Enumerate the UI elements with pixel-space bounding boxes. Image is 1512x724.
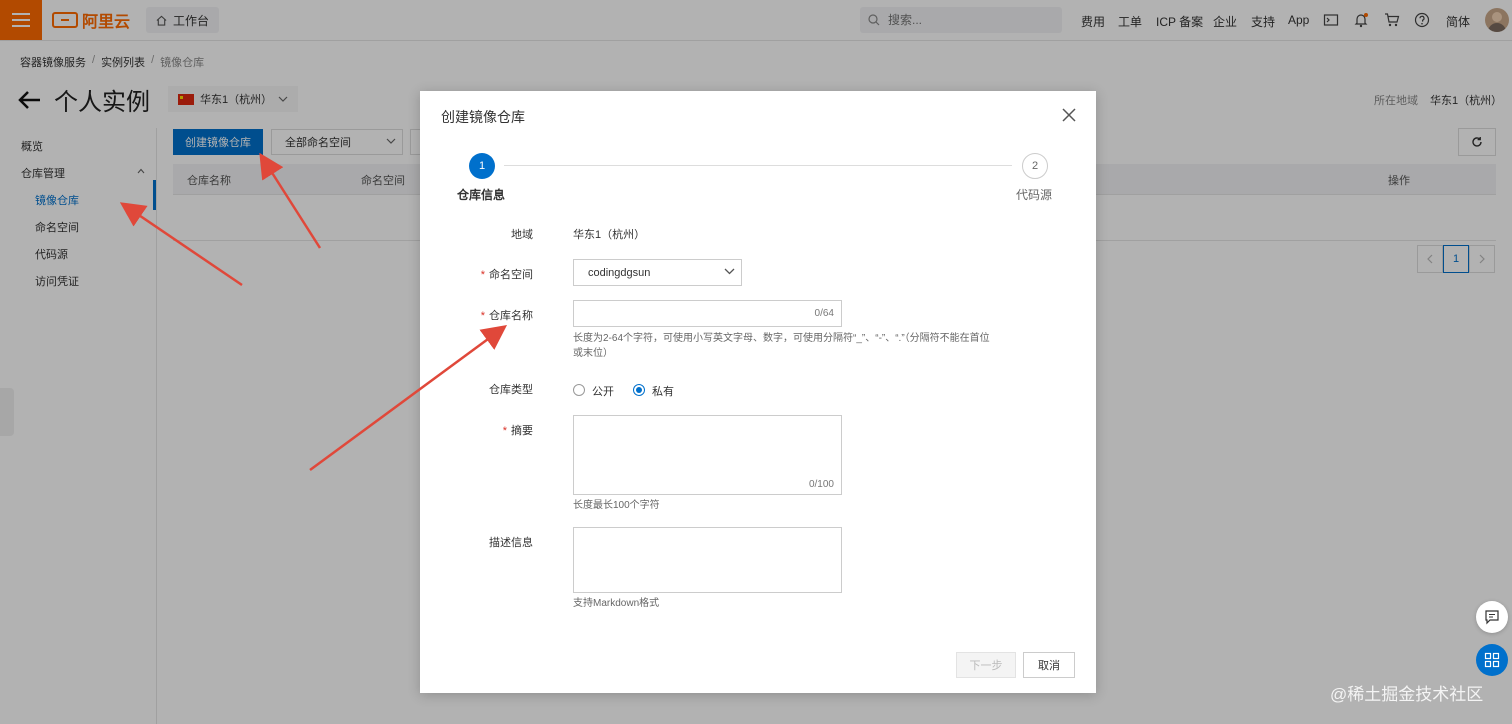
create-repo-dialog: 创建镜像仓库 1 2 仓库信息 代码源 地域 华东1（杭州） * 命名空间 cod… [420,91,1096,693]
step-connector [504,165,1012,166]
radio-public[interactable] [573,384,585,396]
summary-field-label-text: 摘要 [511,425,533,437]
step-1-label: 仓库信息 [457,188,506,202]
grid-icon [1484,652,1500,668]
repo-name-counter: 0/64 [814,308,834,319]
required-mark: * [480,310,485,322]
summary-textarea[interactable] [574,416,841,494]
region-field-label: 地域 [511,229,533,241]
radio-private-label[interactable]: 私有 [652,383,674,399]
step-1-indicator: 1 [469,153,495,179]
description-field-label: 描述信息 [489,537,533,549]
repo-name-field-label: * 仓库名称 [443,307,533,323]
required-mark: * [502,425,507,437]
repo-name-field-label-text: 仓库名称 [489,310,533,322]
summary-help: 长度最长100个字符 [573,500,660,511]
summary-field-label: * 摘要 [443,422,533,438]
description-help: 支持Markdown格式 [573,598,660,609]
repo-name-help: 长度为2-64个字符，可使用小写英文字母、数字，可使用分隔符“_”、“-”、“.… [573,331,1033,361]
apps-button[interactable] [1476,644,1508,676]
namespace-select-value: codingdgsun [588,266,651,279]
repo-name-input[interactable] [574,301,810,326]
step-2-label: 代码源 [1016,188,1053,202]
chat-icon [1485,610,1499,625]
description-field[interactable] [573,527,842,593]
required-mark: * [480,269,485,281]
next-step-button[interactable]: 下一步 [956,652,1016,678]
repo-name-help-line-2: 或末位） [573,348,613,359]
cancel-button[interactable]: 取消 [1023,652,1075,678]
radio-public-label[interactable]: 公开 [592,383,614,399]
description-textarea[interactable] [574,528,841,592]
repo-name-help-line-1: 长度为2-64个字符，可使用小写英文字母、数字，可使用分隔符“_”、“-”、“.… [573,333,990,344]
radio-private[interactable] [633,384,645,396]
chevron-down-icon [724,268,735,275]
repo-type-field-label: 仓库类型 [489,384,533,396]
step-2-indicator: 2 [1022,153,1048,179]
watermark: @稀土掘金技术社区 [1330,685,1484,704]
namespace-field-label-text: 命名空间 [489,269,533,281]
summary-field[interactable]: 0/100 [573,415,842,495]
region-field-value: 华东1（杭州） [573,229,646,241]
repo-name-field[interactable]: 0/64 [573,300,842,327]
dialog-title: 创建镜像仓库 [441,109,525,125]
summary-counter: 0/100 [808,479,834,490]
namespace-field-label: * 命名空间 [443,266,533,282]
close-icon[interactable] [1060,106,1078,124]
feedback-button[interactable] [1476,601,1508,633]
namespace-select[interactable]: codingdgsun [573,259,742,286]
